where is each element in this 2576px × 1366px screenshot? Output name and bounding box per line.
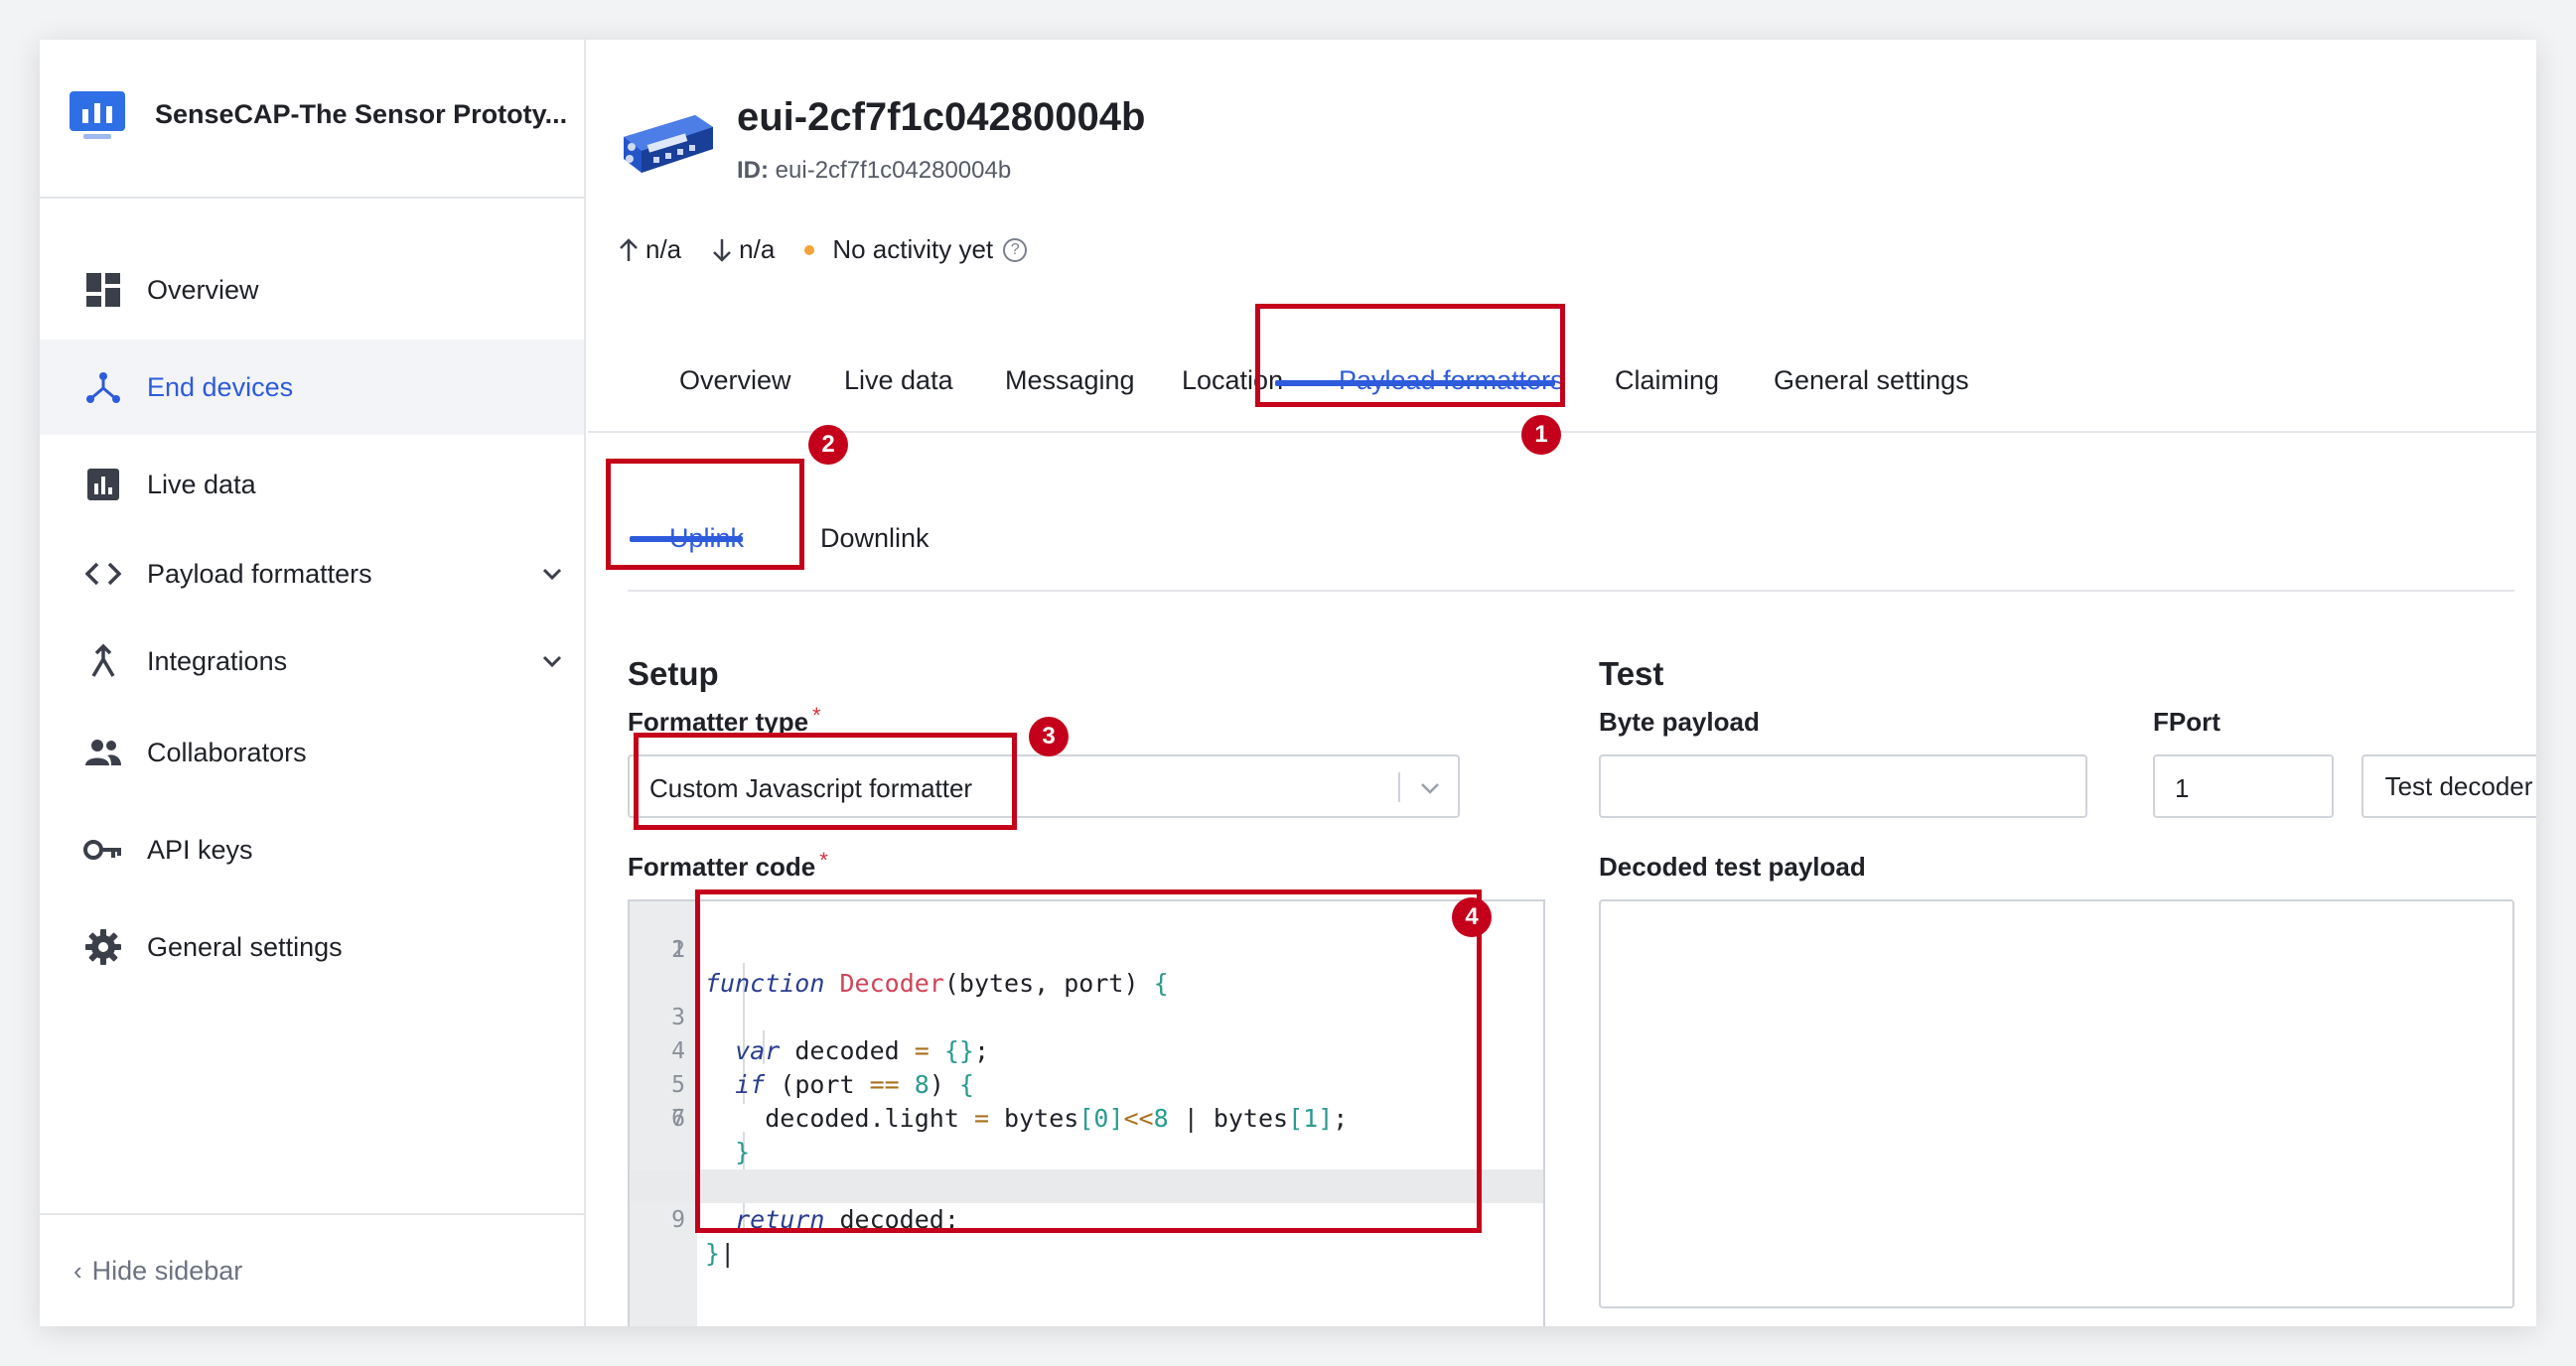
dashboard-icon — [83, 270, 123, 310]
test-title: Test — [1599, 655, 1664, 692]
sidebar: SenseCAP-The Sensor Prototy... Overview … — [40, 40, 586, 1326]
help-icon[interactable]: ? — [1003, 237, 1028, 262]
key-icon — [83, 830, 123, 870]
tab-claiming[interactable]: Claiming — [1615, 328, 1719, 433]
app-window: SenseCAP-The Sensor Prototy... Overview … — [40, 40, 2536, 1326]
sidebar-item-label: Integrations — [147, 645, 288, 676]
formatter-subtabs: Uplink Downlink — [628, 484, 2514, 592]
sidebar-item-label: Payload formatters — [147, 558, 372, 589]
tab-overview[interactable]: Overview — [679, 328, 791, 433]
sidebar-item-label: API keys — [147, 834, 253, 865]
tab-general-settings[interactable]: General settings — [1774, 328, 1969, 433]
integrations-icon — [83, 641, 123, 681]
sidebar-item-integrations[interactable]: Integrations — [40, 614, 584, 709]
device-id-label: ID: — [737, 157, 769, 184]
formatter-code-label: Formatter code * — [628, 848, 828, 883]
chevron-down-icon — [1421, 783, 1439, 794]
annotation-box-3 — [634, 733, 1017, 830]
device-stats: n/a n/a No activity yet ? — [618, 234, 1057, 265]
select-divider — [1398, 772, 1400, 802]
sidebar-item-api-keys[interactable]: API keys — [40, 802, 584, 897]
code-icon — [83, 554, 123, 594]
decoded-test-payload-output[interactable] — [1599, 899, 2514, 1308]
tab-downlink[interactable]: Downlink — [820, 484, 930, 592]
device-id-value: eui-2cf7f1c04280004b — [775, 157, 1012, 184]
activity-text: No activity yet — [832, 234, 994, 264]
setup-title: Setup — [628, 655, 719, 692]
page-title: eui-2cf7f1c04280004b — [737, 95, 1146, 139]
fport-input[interactable]: 1 — [2153, 754, 2334, 818]
people-icon — [83, 733, 123, 772]
downlink-stat: n/a — [711, 234, 775, 265]
annotation-box-4 — [695, 889, 1482, 1233]
device-id: ID: eui-2cf7f1c04280004b — [737, 157, 1011, 185]
arrow-down-icon — [713, 238, 732, 262]
annotation-badge-1: 1 — [1521, 415, 1561, 455]
sidebar-item-label: Overview — [147, 274, 259, 305]
live-data-icon — [83, 465, 123, 504]
sidebar-item-label: General settings — [147, 931, 343, 962]
sidebar-item-end-devices[interactable]: End devices — [40, 340, 584, 435]
chevron-down-icon[interactable] — [540, 562, 564, 586]
app-header: SenseCAP-The Sensor Prototy... — [40, 40, 584, 199]
annotation-badge-2: 2 — [808, 425, 848, 465]
sidebar-item-general-settings[interactable]: General settings — [40, 899, 584, 995]
gear-icon — [83, 927, 123, 967]
sidebar-item-collaborators[interactable]: Collaborators — [40, 705, 584, 800]
tab-messaging[interactable]: Messaging — [1005, 328, 1135, 433]
uplink-count: n/a — [645, 234, 682, 264]
byte-payload-input[interactable] — [1599, 754, 2087, 818]
fport-label: FPort — [2153, 707, 2220, 737]
test-decoder-button[interactable]: Test decoder — [2361, 754, 2536, 818]
sidebar-item-label: End devices — [147, 371, 294, 402]
sidebar-item-overview[interactable]: Overview — [40, 242, 584, 338]
annotation-box-2 — [606, 459, 804, 570]
required-mark: * — [812, 703, 821, 728]
byte-payload-label: Byte payload — [1599, 707, 1760, 737]
formatter-code-label-text: Formatter code — [628, 852, 816, 882]
required-mark: * — [819, 848, 828, 873]
hide-sidebar-label: Hide sidebar — [91, 1255, 243, 1286]
tab-live-data[interactable]: Live data — [844, 328, 953, 433]
chevron-left-icon: ‹ — [73, 1255, 82, 1286]
activity-dot — [804, 244, 815, 255]
chevron-down-icon[interactable] — [540, 649, 564, 673]
annotation-badge-3: 3 — [1029, 717, 1069, 756]
device-icon — [624, 115, 713, 173]
activity-status: No activity yet ? — [804, 234, 1028, 265]
app-logo-icon — [70, 91, 125, 139]
arrow-up-icon — [620, 237, 638, 261]
annotation-badge-4: 4 — [1452, 897, 1492, 937]
sidebar-item-label: Live data — [147, 469, 256, 499]
sidebar-item-label: Collaborators — [147, 737, 307, 767]
sidebar-item-live-data[interactable]: Live data — [40, 437, 584, 532]
hide-sidebar-button[interactable]: ‹ Hide sidebar — [40, 1213, 584, 1326]
annotation-box-1 — [1255, 304, 1565, 407]
sidebar-item-payload-formatters[interactable]: Payload formatters — [40, 526, 584, 621]
decoded-test-payload-label: Decoded test payload — [1599, 852, 1866, 882]
end-devices-icon — [83, 367, 123, 407]
app-name[interactable]: SenseCAP-The Sensor Prototy... — [155, 99, 572, 130]
downlink-count: n/a — [739, 234, 776, 264]
uplink-stat: n/a — [618, 234, 681, 265]
